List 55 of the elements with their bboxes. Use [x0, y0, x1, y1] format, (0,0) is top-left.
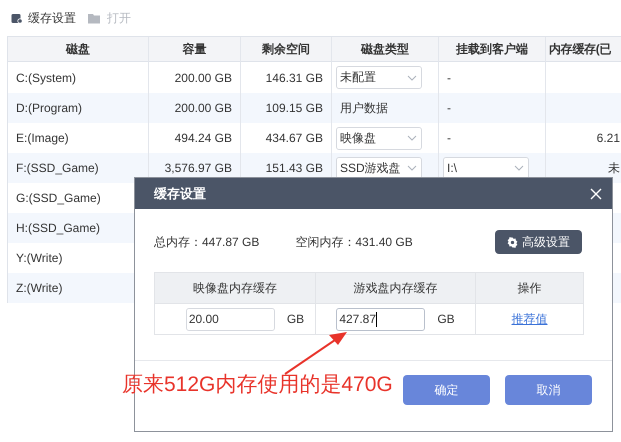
- folder-icon: [88, 12, 102, 24]
- column-header: 游戏盘内存缓存: [354, 280, 438, 296]
- table-cell: 3,576.97 GB: [164, 161, 232, 175]
- mount-select[interactable]: I:\: [443, 156, 529, 180]
- table-cell: 109.15 GB: [266, 101, 323, 115]
- table-cell: 200.00 GB: [174, 70, 232, 84]
- table-cell: C:(System): [16, 70, 76, 84]
- total-memory-label: 总内存：447.87 GB: [154, 234, 260, 250]
- table-cell: E:(Image): [16, 131, 69, 145]
- disk-type-select[interactable]: 未配置: [336, 66, 422, 89]
- table-cell: H:(SSD_Game): [16, 221, 100, 235]
- table-cell: -: [447, 101, 451, 115]
- dialog-title: 缓存设置: [154, 184, 206, 202]
- disk-type-select[interactable]: 映像盘: [336, 126, 422, 150]
- column-header: 内存缓存(已: [549, 40, 612, 58]
- table-cell: F:(SSD_Game): [16, 161, 99, 175]
- column-header: 挂载到客户端: [456, 40, 528, 58]
- table-cell: Z:(Write): [16, 281, 62, 295]
- column-header: 映像盘内存缓存: [193, 280, 277, 296]
- table-cell: D:(Program): [16, 101, 82, 115]
- table-cell: 434.67 GB: [266, 131, 323, 145]
- chevron-icon: [407, 165, 417, 171]
- input-field[interactable]: 427.87: [336, 308, 426, 330]
- column-header: 操作: [518, 280, 542, 296]
- input-field[interactable]: 20.00: [186, 308, 275, 330]
- table-cell: -: [447, 131, 451, 145]
- annotation-text: 原来512G内存使用的是470G: [122, 372, 393, 398]
- free-memory-label: 空闲内存：431.40 GB: [295, 234, 413, 250]
- table-cell: G:(SSD_Game): [16, 191, 101, 205]
- table-cell: 未: [608, 160, 620, 176]
- column-header: 容量: [182, 40, 206, 58]
- column-header: 磁盘: [66, 40, 90, 58]
- gear-icon: [507, 236, 518, 248]
- unit-label: GB: [286, 312, 304, 326]
- chevron-icon: [407, 135, 417, 141]
- table-cell: 用户数据: [340, 100, 388, 116]
- table-cell: -: [447, 70, 451, 84]
- close-icon[interactable]: [590, 188, 602, 200]
- table-cell: 151.43 GB: [266, 161, 323, 175]
- table-cell: 6.21: [596, 131, 620, 145]
- unit-label: GB: [437, 312, 455, 326]
- table-cell: 146.31 GB: [266, 70, 323, 84]
- annotation-arrow: [283, 331, 349, 376]
- recommended-link[interactable]: 推荐值: [512, 310, 548, 328]
- disk-settings-icon: [11, 12, 23, 24]
- column-header: 剩余空间: [262, 40, 310, 58]
- table-cell: 494.24 GB: [174, 131, 232, 145]
- toolbar-button[interactable]: 缓存设置: [11, 10, 76, 26]
- chevron-icon: [407, 74, 417, 80]
- table-cell: 200.00 GB: [174, 101, 232, 115]
- column-header: 磁盘类型: [361, 40, 409, 58]
- advanced-settings-button[interactable]: 高级设置: [495, 230, 582, 254]
- disk-type-select[interactable]: SSD游戏盘: [336, 156, 422, 180]
- table-cell: Y:(Write): [16, 251, 62, 265]
- chevron-icon: [514, 165, 524, 171]
